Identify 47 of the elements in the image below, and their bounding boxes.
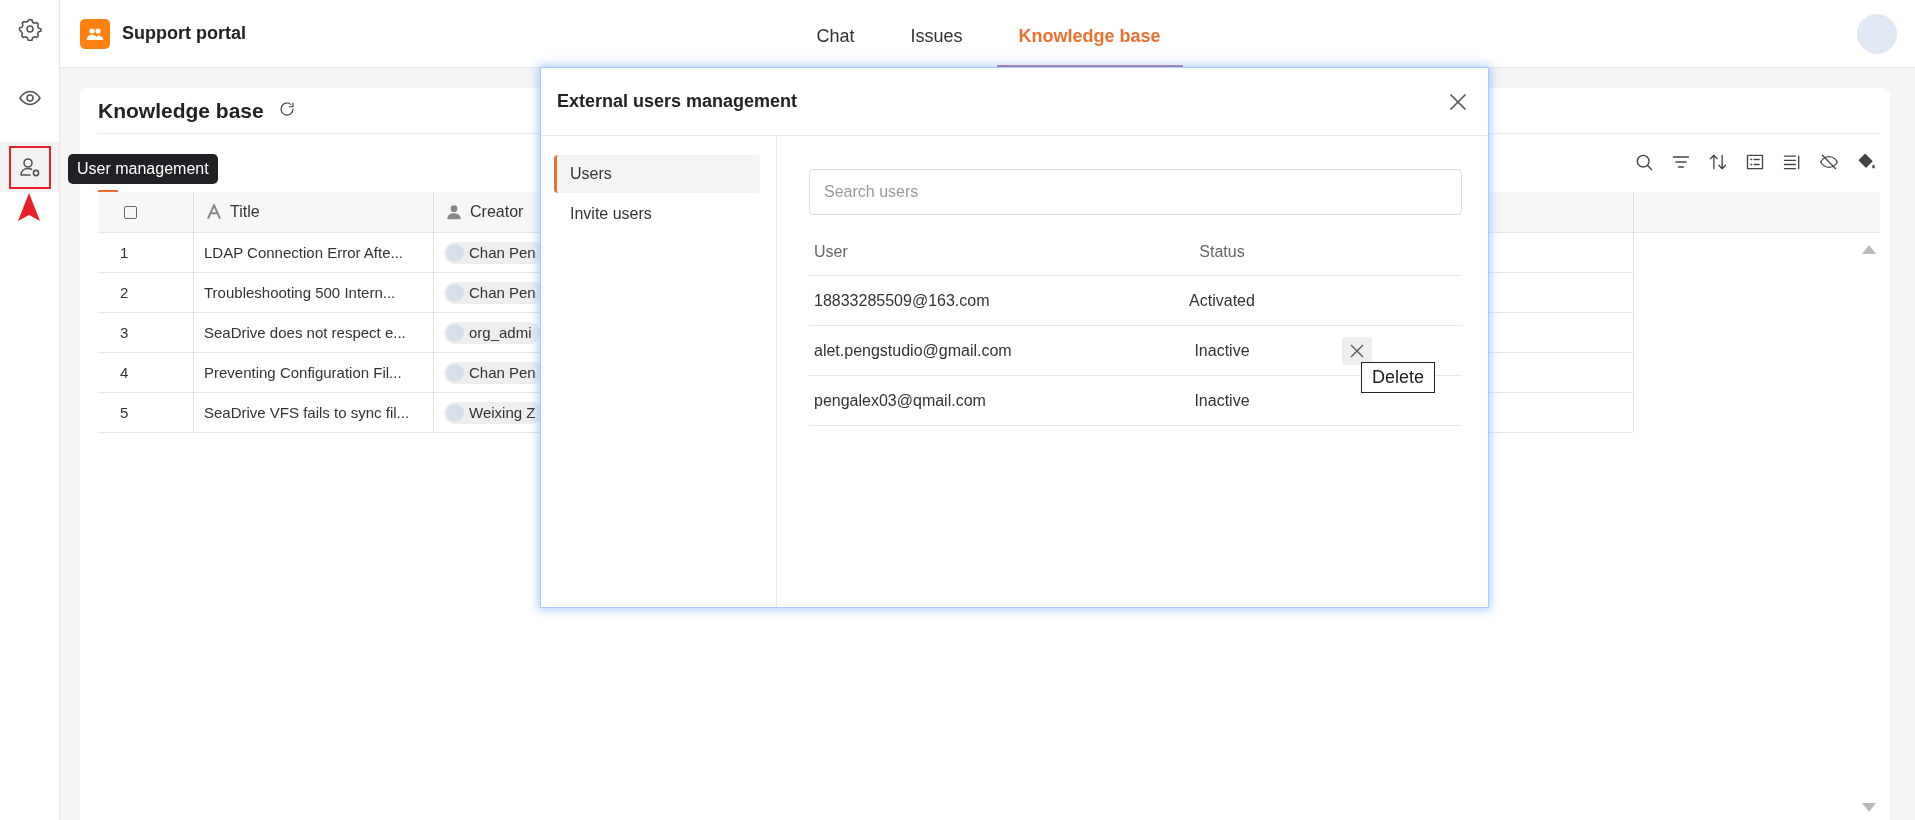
- user-email: alet.pengstudio@gmail.com: [809, 326, 1142, 376]
- remove-button[interactable]: [1342, 336, 1372, 365]
- refresh-icon[interactable]: [277, 99, 296, 118]
- app-title: Support portal: [122, 23, 246, 44]
- pointer-arrow-icon: [18, 193, 40, 221]
- search-field[interactable]: Search users: [809, 169, 1462, 215]
- list-icon[interactable]: [1745, 152, 1765, 172]
- user-settings-icon[interactable]: [17, 155, 42, 179]
- tab-indicator: [98, 190, 118, 192]
- row-number: 3: [98, 313, 193, 353]
- dialog-nav-item[interactable]: Invite users: [554, 195, 760, 233]
- dialog-title: External users management: [557, 91, 798, 112]
- user-status: Activated: [1142, 276, 1302, 326]
- hover-tooltip: Delete: [1361, 362, 1436, 393]
- table-cell: Preventing Configuration Fil...: [193, 353, 433, 393]
- app-logo-icon: [80, 18, 110, 49]
- row-number: 5: [98, 393, 193, 433]
- hide-icon[interactable]: [1819, 152, 1839, 172]
- select-all-checkbox[interactable]: [124, 205, 137, 219]
- dialog-nav-item[interactable]: Users: [554, 155, 760, 193]
- close-icon: [1349, 342, 1365, 359]
- text-type-icon: [206, 204, 222, 220]
- tooltip: User management: [68, 154, 218, 184]
- sort-icon[interactable]: [1708, 152, 1728, 172]
- creator-chip: org_admi: [444, 321, 540, 344]
- table-cell: SeaDrive does not respect e...: [193, 313, 433, 353]
- column-header[interactable]: Title: [193, 192, 433, 233]
- user-status: Inactive: [1142, 376, 1302, 426]
- settings-icon[interactable]: [17, 17, 42, 41]
- row-number: 2: [98, 273, 193, 313]
- table-cell: Troubleshooting 500 Intern...: [193, 273, 433, 313]
- nav-tab[interactable]: Issues: [888, 0, 985, 67]
- person-icon: [446, 204, 462, 220]
- table-cell: SeaDrive VFS fails to sync fil...: [193, 393, 433, 433]
- nav-tab[interactable]: Chat: [794, 0, 877, 67]
- user-email: pengalex03@qmail.com: [809, 376, 1142, 426]
- page-title: Knowledge base: [98, 98, 264, 123]
- search-icon[interactable]: [1634, 152, 1654, 172]
- user-email: 18833285509@163.com: [809, 276, 1142, 326]
- table-cell: LDAP Connection Error Afte...: [193, 233, 433, 273]
- user-status: Inactive: [1142, 326, 1302, 376]
- column-header: Status: [1142, 229, 1302, 276]
- rail-item[interactable]: [0, 142, 59, 192]
- close-icon: [1448, 91, 1468, 112]
- row-number: 4: [98, 353, 193, 393]
- column-header: User: [809, 229, 1142, 276]
- row-number: 1: [98, 233, 193, 273]
